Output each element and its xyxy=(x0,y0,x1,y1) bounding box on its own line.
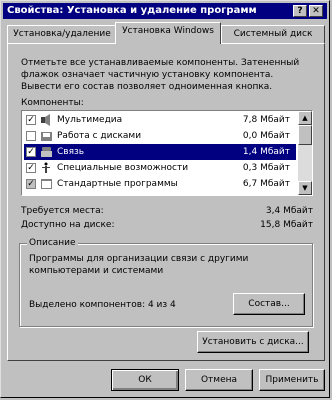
component-row-multimedia[interactable]: ✓ Мультимедиа 7,8 Мбайт xyxy=(24,112,296,128)
disk-tools-icon xyxy=(41,132,52,141)
close-button[interactable]: ✕ xyxy=(309,5,323,17)
accessibility-icon xyxy=(42,162,50,173)
checkbox-unchecked[interactable] xyxy=(26,131,36,141)
required-space-label: Требуется места: xyxy=(21,206,104,216)
component-description: Программы для организации связи с другим… xyxy=(29,254,249,276)
component-name: Работа с дисками xyxy=(57,131,142,141)
component-row-communications[interactable]: ✓ Связь 1,4 Мбайт xyxy=(24,144,296,160)
description-group-title: Описание xyxy=(27,237,78,249)
component-row-accessories[interactable]: ✓ Стандартные программы 6,7 Мбайт xyxy=(24,176,296,192)
components-label: Компоненты: xyxy=(21,98,84,108)
component-row-disk-tools[interactable]: Работа с дисками 0,0 Мбайт xyxy=(24,128,296,144)
checkbox-checked[interactable]: ✓ xyxy=(26,115,36,125)
available-space-value: 15,8 Мбайт xyxy=(260,220,313,230)
scroll-down-arrow-icon[interactable]: ▼ xyxy=(298,181,312,195)
tab-startup-disk[interactable]: Системный диск xyxy=(221,25,325,43)
apply-button[interactable]: Применить xyxy=(259,369,325,391)
ok-button[interactable]: ОК xyxy=(111,369,179,391)
tab-install-remove[interactable]: Установка/удаление xyxy=(7,25,117,43)
component-row-accessibility[interactable]: ✓ Специальные возможности 0,3 Мбайт xyxy=(24,160,296,176)
component-size: 6,7 Мбайт xyxy=(242,179,290,189)
install-from-disk-button[interactable]: Установить с диска... xyxy=(197,331,309,353)
window-title: Свойства: Установка и удаление программ xyxy=(7,5,257,16)
instructions-text: Отметьте все устанавливаемые компоненты.… xyxy=(21,58,300,92)
component-size: 1,4 Мбайт xyxy=(242,147,290,157)
properties-dialog: Свойства: Установка и удаление программ … xyxy=(0,0,330,398)
available-space-label: Доступно на диске: xyxy=(21,220,115,230)
selected-count: Выделено компонентов: 4 из 4 xyxy=(29,300,176,310)
component-size: 0,0 Мбайт xyxy=(242,131,290,141)
component-name: Специальные возможности xyxy=(57,163,189,173)
components-list[interactable]: ✓ Мультимедиа 7,8 Мбайт Работа с дисками… xyxy=(21,110,313,196)
checkbox-partial[interactable]: ✓ xyxy=(26,179,36,189)
phone-icon xyxy=(41,147,52,157)
title-bar: Свойства: Установка и удаление программ … xyxy=(3,3,327,19)
speaker-icon xyxy=(41,114,50,126)
scroll-up-arrow-icon[interactable]: ▲ xyxy=(298,111,312,125)
checkbox-checked[interactable]: ✓ xyxy=(26,147,36,157)
list-scrollbar[interactable]: ▲ ▼ xyxy=(298,111,312,195)
help-button[interactable]: ? xyxy=(293,5,307,17)
required-space-value: 3,4 Мбайт xyxy=(265,206,313,216)
checkbox-checked[interactable]: ✓ xyxy=(26,163,36,173)
component-name: Мультимедиа xyxy=(57,115,123,125)
component-size: 7,8 Мбайт xyxy=(242,115,290,125)
component-size: 0,3 Мбайт xyxy=(242,163,290,173)
component-name: Стандартные программы xyxy=(57,179,178,189)
component-name: Связь xyxy=(57,147,85,157)
accessories-icon xyxy=(41,179,52,189)
details-button[interactable]: Состав... xyxy=(233,293,305,315)
cancel-button[interactable]: Отмена xyxy=(185,369,253,391)
scroll-thumb[interactable] xyxy=(298,125,312,145)
tab-windows-setup[interactable]: Установка Windows xyxy=(115,22,221,44)
